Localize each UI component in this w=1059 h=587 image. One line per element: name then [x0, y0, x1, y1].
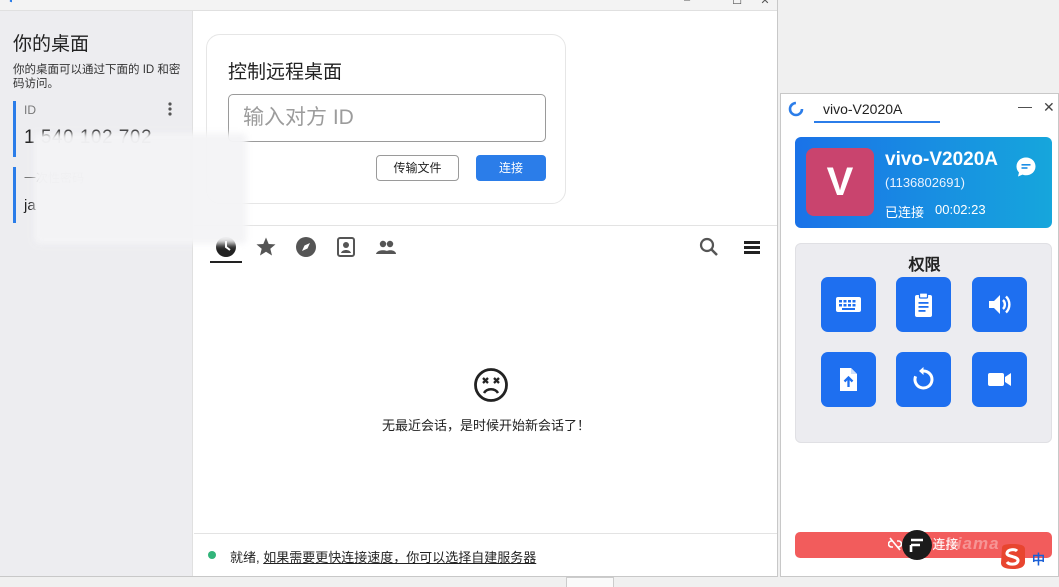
- keyboard-icon: [836, 297, 861, 312]
- close-button[interactable]: ✕: [756, 0, 774, 8]
- rustdesk-logo-icon: [9, 0, 12, 3]
- recording-permission-button[interactable]: [972, 352, 1027, 407]
- minimize-button[interactable]: –: [678, 0, 696, 8]
- watermark-text: chiama: [935, 534, 1000, 553]
- connection-status: 已连接: [885, 205, 925, 220]
- favorites-star-icon[interactable]: [255, 236, 277, 258]
- permissions-title: 权限: [908, 257, 941, 274]
- audio-permission-button[interactable]: [972, 277, 1027, 332]
- cm-minimize-button[interactable]: —: [1018, 98, 1032, 114]
- connection-manager-window: vivo-V2020A — ✕ V vivo-V2020A (113680269…: [780, 93, 1059, 577]
- id-label: ID: [24, 103, 36, 117]
- privacy-blur-mask: [34, 133, 247, 244]
- maximize-button[interactable]: ☐: [728, 0, 746, 8]
- ime-language-indicator[interactable]: 中: [1032, 549, 1045, 568]
- search-icon[interactable]: [698, 236, 720, 258]
- self-hosted-server-link[interactable]: 如果需要更快连接速度，你可以选择自建服务器: [263, 550, 536, 565]
- transfer-file-button[interactable]: 传输文件: [376, 155, 459, 181]
- cm-tabbar: vivo-V2020A — ✕: [781, 94, 1058, 124]
- avatar: V: [806, 148, 874, 216]
- status-ready-text: 就绪,: [230, 550, 264, 565]
- connection-duration: 00:02:23: [935, 202, 986, 217]
- control-remote-card: 控制远程桌面 传输文件 连接: [206, 34, 566, 204]
- file-transfer-permission-button[interactable]: [821, 352, 876, 407]
- peer-name: vivo-V2020A: [885, 149, 999, 170]
- restart-icon: [913, 367, 934, 390]
- main-titlebar: – ☐ ✕: [0, 0, 777, 11]
- status-text: 就绪, 如果需要更快连接速度，你可以选择自建服务器: [230, 547, 536, 566]
- clipboard-icon: [915, 292, 932, 317]
- permissions-panel: 权限: [795, 243, 1052, 443]
- clipboard-permission-button[interactable]: [896, 277, 951, 332]
- cm-peer-tab[interactable]: vivo-V2020A: [823, 101, 902, 117]
- background-button: [566, 577, 614, 587]
- connect-button[interactable]: 连接: [476, 155, 546, 181]
- group-icon[interactable]: [375, 236, 397, 258]
- status-indicator: [208, 551, 216, 559]
- chat-icon[interactable]: [1015, 156, 1037, 178]
- rustdesk-logo-icon: [788, 101, 804, 117]
- peer-card: V vivo-V2020A (1136802691) 已连接 00:02:23: [795, 137, 1052, 228]
- cm-close-button[interactable]: ✕: [1043, 99, 1055, 116]
- file-upload-icon: [840, 368, 857, 391]
- status-bar: 就绪, 如果需要更快连接速度，你可以选择自建服务器: [194, 533, 777, 576]
- address-book-icon[interactable]: [335, 236, 357, 258]
- list-view-icon[interactable]: [741, 236, 763, 258]
- control-remote-title: 控制远程桌面: [228, 62, 343, 83]
- remote-id-input[interactable]: [228, 94, 546, 142]
- link-off-icon: [888, 537, 903, 551]
- empty-sessions-message: 无最近会话，是时候开始新会话了！: [381, 418, 590, 433]
- peer-id: (1136802691): [885, 175, 965, 190]
- main-window: – ☐ ✕ 你的桌面 你的桌面可以通过下面的 ID 和密码访问。 ID 1 54…: [0, 0, 778, 577]
- background-taskbar-strip: [0, 577, 1059, 587]
- more-vert-icon[interactable]: [166, 101, 174, 117]
- cm-tab-underline: [814, 121, 940, 123]
- left-panel: 你的桌面 你的桌面可以通过下面的 ID 和密码访问。 ID 1 540 102 …: [0, 11, 193, 576]
- restart-permission-button[interactable]: [896, 352, 951, 407]
- your-desktop-description: 你的桌面可以通过下面的 ID 和密码访问。: [13, 64, 181, 90]
- sad-face-icon: [474, 368, 508, 402]
- video-camera-icon: [988, 373, 1011, 386]
- floating-ball-icon[interactable]: [902, 530, 932, 560]
- tabs-divider: [194, 225, 777, 226]
- keyboard-permission-button[interactable]: [821, 277, 876, 332]
- discovered-compass-icon[interactable]: [295, 236, 317, 258]
- active-tab-underline: [210, 261, 242, 263]
- speaker-icon: [989, 295, 1011, 314]
- sogou-ime-icon[interactable]: [998, 543, 1028, 571]
- your-desktop-title: 你的桌面: [13, 34, 90, 55]
